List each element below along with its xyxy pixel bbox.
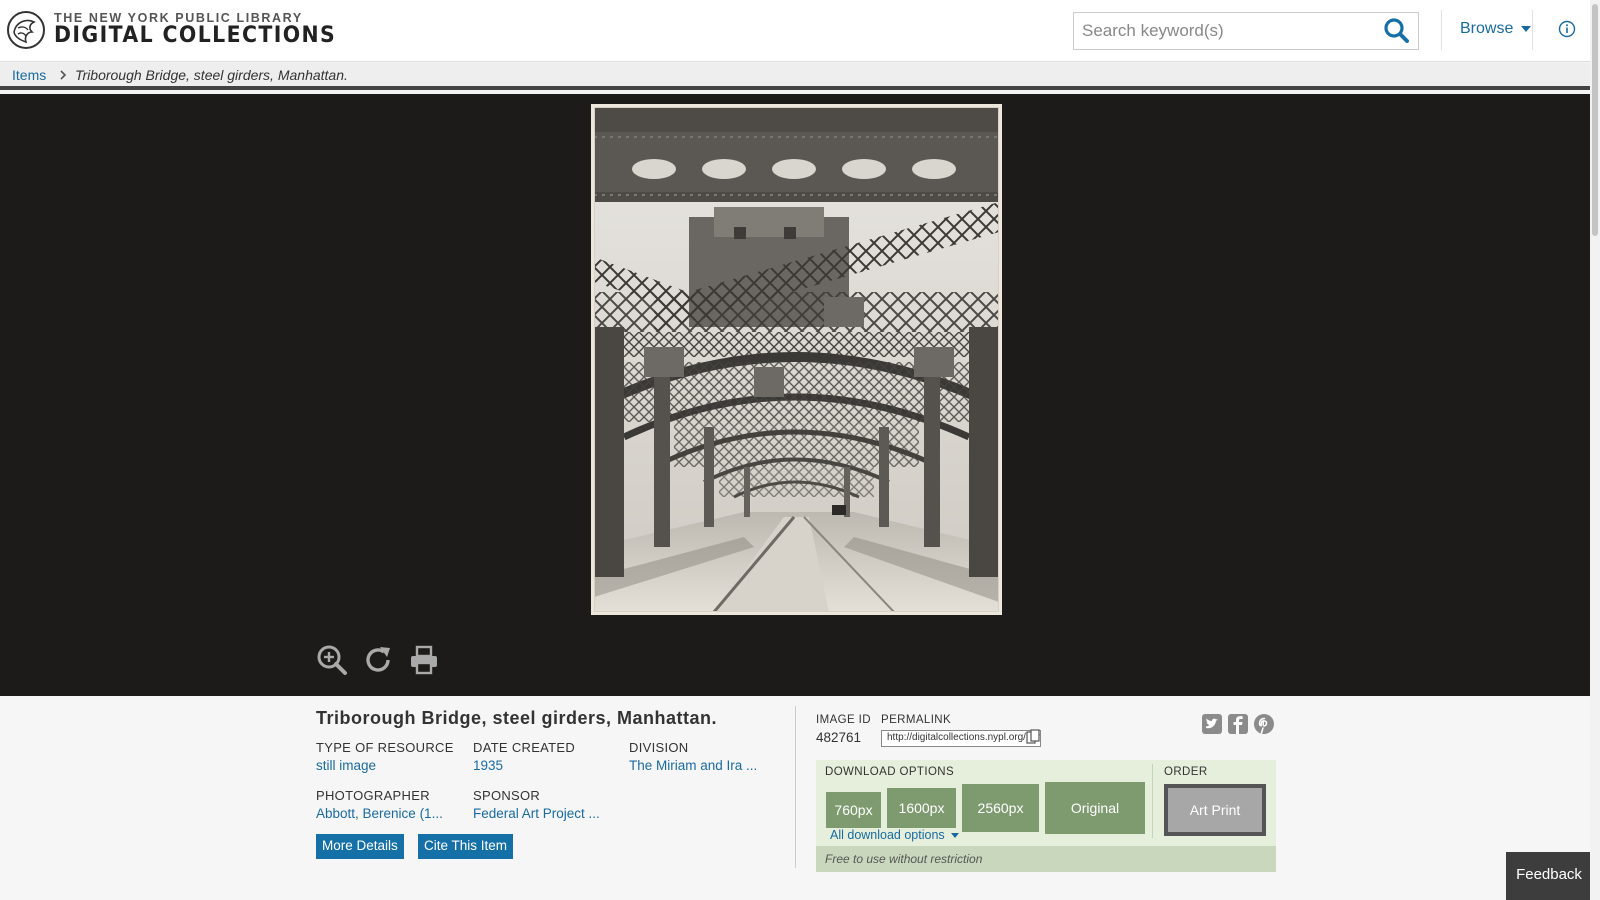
type-of-resource-label: TYPE OF RESOURCE (316, 740, 454, 755)
download-panel: DOWNLOAD OPTIONS 760px 1600px 2560px Ori… (816, 760, 1276, 872)
image-id-label: IMAGE ID (816, 714, 871, 726)
print-icon[interactable] (408, 644, 440, 676)
permalink-field[interactable]: http://digitalcollections.nypl.org/items… (881, 730, 1041, 747)
breadcrumb-items-link[interactable]: Items (12, 67, 46, 83)
item-details: Triborough Bridge, steel girders, Manhat… (0, 696, 1590, 900)
image-id-value: 482761 (816, 730, 862, 745)
photo-frame (591, 104, 1002, 615)
download-1600px-button[interactable]: 1600px (887, 788, 956, 828)
download-760px-button[interactable]: 760px (826, 792, 881, 828)
order-divider (1152, 764, 1153, 838)
download-options-label: DOWNLOAD OPTIONS (825, 766, 955, 778)
facebook-icon[interactable] (1228, 714, 1248, 734)
browse-menu[interactable]: Browse (1460, 20, 1532, 38)
photographer-label: PHOTOGRAPHER (316, 788, 430, 803)
chevron-down-icon (1521, 25, 1532, 32)
header-divider (1532, 10, 1533, 50)
copy-icon[interactable] (1026, 729, 1040, 745)
site-header: THE NEW YORK PUBLIC LIBRARY DIGITAL COLL… (0, 0, 1590, 62)
order-label: ORDER (1164, 766, 1208, 778)
item-title: Triborough Bridge, steel girders, Manhat… (316, 708, 718, 728)
division-label: DIVISION (629, 740, 689, 755)
browse-label: Browse (1460, 20, 1514, 37)
download-original-button[interactable]: Original (1045, 782, 1145, 834)
brand-title[interactable]: DIGITAL COLLECTIONS (54, 23, 336, 48)
art-print-button[interactable]: Art Print (1164, 784, 1266, 836)
type-of-resource-value[interactable]: still image (316, 758, 376, 773)
page-scrollbar[interactable] (1590, 0, 1600, 900)
permalink-label: PERMALINK (881, 714, 952, 726)
search-icon[interactable] (1382, 17, 1412, 45)
sponsor-value[interactable]: Federal Art Project ... (473, 806, 600, 821)
breadcrumb: Items Triborough Bridge, steel girders, … (0, 63, 1590, 90)
sponsor-label: SPONSOR (473, 788, 541, 803)
breadcrumb-current: Triborough Bridge, steel girders, Manhat… (75, 67, 348, 83)
twitter-icon[interactable] (1202, 714, 1222, 734)
photographer-value[interactable]: Abbott, Berenice (1... (316, 806, 443, 821)
nypl-lion-logo-icon[interactable] (6, 10, 46, 50)
date-created-value[interactable]: 1935 (473, 758, 503, 773)
feedback-button[interactable]: Feedback (1506, 852, 1592, 900)
division-value[interactable]: The Miriam and Ira ... (629, 758, 757, 773)
chevron-right-icon (60, 70, 67, 80)
search-input[interactable] (1074, 13, 1374, 49)
image-viewer (0, 94, 1590, 696)
all-download-options-label: All download options (830, 828, 945, 842)
rotate-icon[interactable] (362, 644, 394, 676)
date-created-label: DATE CREATED (473, 740, 576, 755)
zoom-in-icon[interactable] (316, 644, 348, 676)
all-download-options-toggle[interactable]: All download options (830, 828, 959, 842)
chevron-down-icon (950, 833, 959, 839)
bridge-photo[interactable] (594, 107, 999, 612)
rights-statement: Free to use without restriction (816, 846, 1276, 872)
cite-this-item-button[interactable]: Cite This Item (418, 834, 514, 859)
header-divider (1441, 10, 1442, 50)
pinterest-icon[interactable] (1254, 714, 1274, 734)
info-icon[interactable] (1558, 20, 1576, 38)
scrollbar-thumb[interactable] (1592, 4, 1598, 236)
more-details-button[interactable]: More Details (316, 834, 404, 859)
search-box (1073, 12, 1419, 50)
download-2560px-button[interactable]: 2560px (962, 784, 1039, 832)
details-divider (795, 706, 796, 868)
